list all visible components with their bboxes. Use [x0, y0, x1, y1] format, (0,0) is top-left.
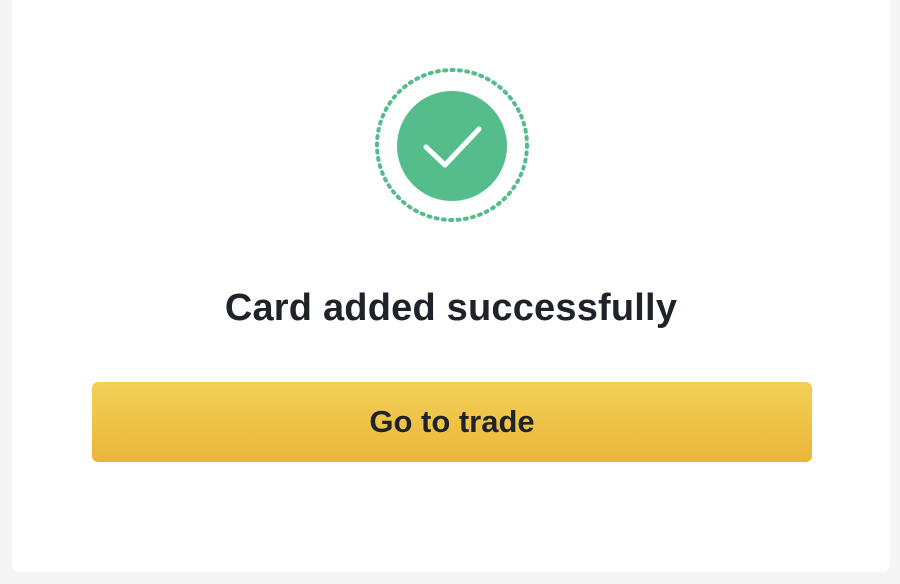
checkmark-circle-icon — [375, 68, 529, 222]
success-card: Card added successfully Go to trade — [12, 0, 890, 572]
go-to-trade-button[interactable]: Go to trade — [92, 382, 812, 462]
success-title: Card added successfully — [224, 287, 678, 329]
